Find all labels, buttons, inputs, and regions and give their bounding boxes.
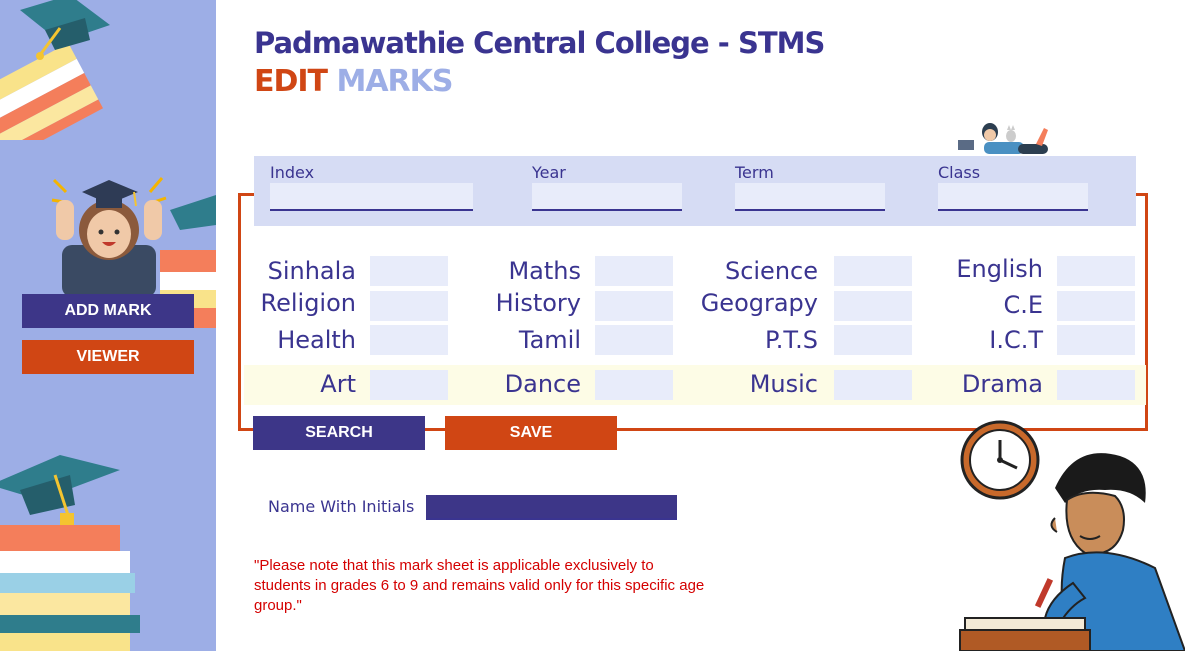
art-label: Art <box>320 370 356 398</box>
year-input[interactable] <box>532 183 682 211</box>
dance-mark-input[interactable] <box>595 370 673 400</box>
class-label: Class <box>938 163 981 182</box>
english-label: English <box>956 255 1043 283</box>
science-mark-input[interactable] <box>834 256 912 286</box>
term-input[interactable] <box>735 183 885 211</box>
viewer-button[interactable]: VIEWER <box>22 340 194 374</box>
religion-label: Religion <box>260 289 357 317</box>
add-mark-button[interactable]: ADD MARK <box>22 294 194 328</box>
pts-label: P.T.S <box>764 326 818 354</box>
sidebar: ADD MARK VIEWER <box>0 0 216 651</box>
grade-applicability-note: "Please note that this mark sheet is app… <box>254 557 705 614</box>
music-label: Music <box>749 370 818 398</box>
music-mark-input[interactable] <box>834 370 912 400</box>
maths-mark-input[interactable] <box>595 256 673 286</box>
search-button[interactable]: SEARCH <box>253 416 425 450</box>
history-label: History <box>495 289 581 317</box>
health-mark-input[interactable] <box>370 325 448 355</box>
class-input[interactable] <box>938 183 1088 211</box>
drama-label: Drama <box>961 370 1043 398</box>
ict-label: I.C.T <box>989 326 1043 354</box>
maths-label: Maths <box>508 257 581 285</box>
english-mark-input[interactable] <box>1057 256 1135 286</box>
ce-label: C.E <box>1003 291 1043 319</box>
ict-mark-input[interactable] <box>1057 325 1135 355</box>
year-label: Year <box>532 163 566 182</box>
page-title: Padmawathie Central College - STMS <box>254 26 825 60</box>
subtitle-edit: EDIT <box>254 64 328 99</box>
index-label: Index <box>270 163 315 182</box>
pts-mark-input[interactable] <box>834 325 912 355</box>
sinhala-mark-input[interactable] <box>370 256 448 286</box>
books-graduation-cap-illustration <box>0 0 110 140</box>
health-label: Health <box>277 326 356 354</box>
studying-boy-clock-illustration <box>959 420 1185 651</box>
books-stack-illustration <box>0 455 140 651</box>
name-with-initials-field <box>426 495 677 520</box>
name-with-initials-label: Name With Initials <box>268 497 415 516</box>
save-button[interactable]: SAVE <box>445 416 617 450</box>
page-subtitle: EDIT MARKS <box>254 64 454 99</box>
tamil-mark-input[interactable] <box>595 325 673 355</box>
tamil-label: Tamil <box>518 326 581 354</box>
drama-mark-input[interactable] <box>1057 370 1135 400</box>
ce-mark-input[interactable] <box>1057 291 1135 321</box>
history-mark-input[interactable] <box>595 291 673 321</box>
term-label: Term <box>735 163 774 182</box>
science-label: Science <box>724 257 818 285</box>
dance-label: Dance <box>504 370 581 398</box>
geography-mark-input[interactable] <box>834 291 912 321</box>
art-mark-input[interactable] <box>370 370 448 400</box>
subtitle-marks: MARKS <box>336 64 453 99</box>
reading-girl-illustration <box>958 123 1048 154</box>
geography-label: Geograpy <box>700 289 818 317</box>
sinhala-label: Sinhala <box>267 257 356 285</box>
religion-mark-input[interactable] <box>370 291 448 321</box>
graduate-celebration-illustration <box>51 177 167 295</box>
index-input[interactable] <box>270 183 473 211</box>
